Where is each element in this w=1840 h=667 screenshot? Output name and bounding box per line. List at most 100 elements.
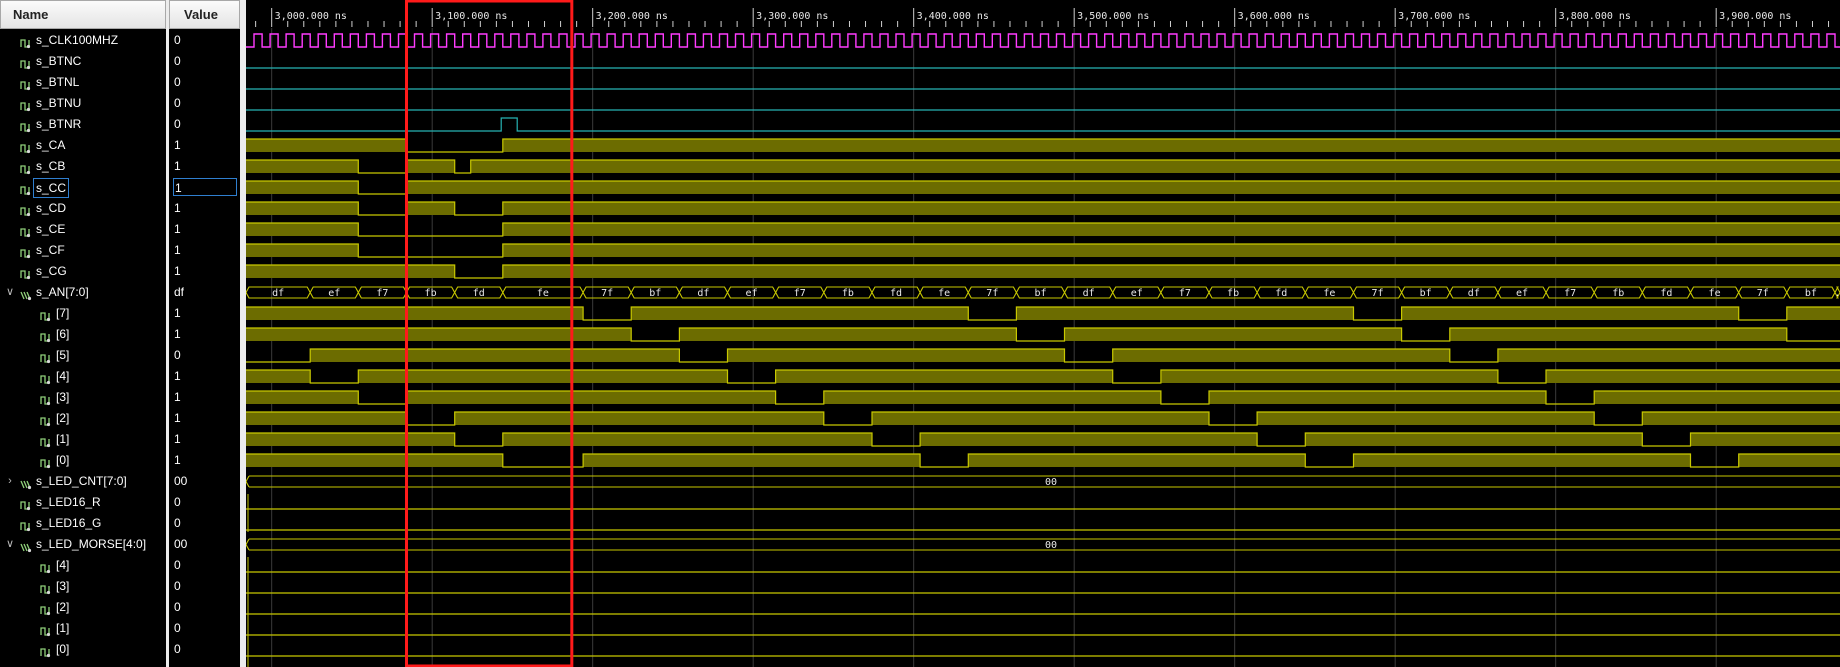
waveform-canvas[interactable]: 3,000.000 ns 3,100.000 ns 3,200.000 ns 3,30… [246, 0, 1840, 667]
bus-value-label: bf [1805, 288, 1817, 299]
signal-row[interactable]: [4] [0, 555, 166, 576]
signal-name: s_BTNU [36, 96, 82, 110]
signal-name: [0] [56, 453, 70, 467]
value-row[interactable]: 0 [169, 576, 240, 597]
bus-value-label: f7 [1179, 288, 1191, 299]
bit-signal-icon [40, 434, 51, 448]
signal-row[interactable]: s_BTNL [0, 72, 166, 93]
value-row[interactable]: 0 [169, 30, 240, 51]
signal-value: 1 [174, 369, 181, 383]
bit-high-fill [1353, 454, 1691, 467]
bus-value-label: df [1468, 288, 1480, 299]
value-row[interactable]: 1 [169, 135, 240, 156]
expand-arrow-icon[interactable]: › [5, 471, 15, 492]
value-row[interactable]: 00 [169, 471, 240, 492]
signal-row[interactable]: [0] [0, 639, 166, 660]
signal-row[interactable]: [3] [0, 576, 166, 597]
signal-row[interactable]: [1] [0, 618, 166, 639]
bus-value-label: 7f [1757, 288, 1769, 299]
value-row[interactable]: 0 [169, 618, 240, 639]
signal-row[interactable]: [2] [0, 597, 166, 618]
value-row[interactable]: 0 [169, 555, 240, 576]
value-row[interactable]: 1 [169, 408, 240, 429]
signal-row[interactable]: s_CB [0, 156, 166, 177]
signal-row[interactable]: s_BTNC [0, 51, 166, 72]
signal-name: s_CB [36, 159, 66, 173]
signal-row[interactable]: s_LED16_R [0, 492, 166, 513]
value-row[interactable]: 0 [169, 345, 240, 366]
signal-value: 0 [174, 579, 181, 593]
ruler-tick-label: 3,800.000 ns [1559, 11, 1631, 22]
signal-row[interactable]: s_CG [0, 261, 166, 282]
bit-signal-icon [40, 623, 51, 637]
signal-row[interactable]: s_CF [0, 240, 166, 261]
signal-row[interactable]: [6] [0, 324, 166, 345]
bit-high-fill [246, 391, 359, 404]
value-row[interactable]: 0 [169, 93, 240, 114]
value-row[interactable]: 1 [169, 156, 240, 177]
bus-value-label: 7f [986, 288, 998, 299]
signal-name: s_LED_MORSE[4:0] [36, 537, 147, 551]
bit-signal-icon [20, 56, 31, 70]
value-row[interactable]: 1 [169, 324, 240, 345]
value-row[interactable]: 1 [169, 450, 240, 471]
value-row[interactable]: df [169, 282, 240, 303]
signal-row[interactable]: [7] [0, 303, 166, 324]
value-column-header[interactable]: Value [169, 0, 240, 29]
signal-row[interactable]: [4] [0, 366, 166, 387]
signal-row[interactable]: [5] [0, 345, 166, 366]
signal-name: [0] [56, 642, 70, 656]
signal-row[interactable]: [0] [0, 450, 166, 471]
collapse-arrow-icon[interactable]: ∨ [5, 282, 15, 303]
value-row[interactable]: 1 [169, 303, 240, 324]
signal-name: [5] [56, 348, 70, 362]
bit-high-fill [502, 265, 1840, 278]
value-row[interactable]: 0 [169, 114, 240, 135]
signal-row[interactable]: s_CD [0, 198, 166, 219]
signal-name: s_BTNC [36, 54, 82, 68]
name-column-header[interactable]: Name [0, 0, 166, 29]
value-row[interactable]: 1 [169, 429, 240, 450]
bus-value-label: fb [842, 288, 854, 299]
signal-row[interactable]: s_LED16_G [0, 513, 166, 534]
signal-row[interactable]: ∨ s_LED_MORSE[4:0] [0, 534, 166, 555]
bit-high-fill [920, 433, 1258, 446]
signal-row[interactable]: s_CC [0, 177, 166, 198]
signal-row[interactable]: ∨ s_AN[7:0] [0, 282, 166, 303]
value-row[interactable]: 1 [169, 219, 240, 240]
signal-row[interactable]: › s_LED_CNT[7:0] [0, 471, 166, 492]
value-row[interactable]: 1 [169, 177, 240, 198]
bus-value-label: fe [1323, 288, 1335, 299]
value-row[interactable]: 1 [169, 198, 240, 219]
signal-row[interactable]: s_CE [0, 219, 166, 240]
signal-row[interactable]: s_BTNR [0, 114, 166, 135]
value-row[interactable]: 1 [169, 261, 240, 282]
value-row[interactable]: 0 [169, 597, 240, 618]
bit-signal-icon [20, 224, 31, 238]
signal-name: [7] [56, 306, 70, 320]
value-row[interactable]: 0 [169, 513, 240, 534]
value-row[interactable]: 0 [169, 51, 240, 72]
signal-name: [1] [56, 432, 70, 446]
signal-name: s_CA [36, 138, 66, 152]
signal-value: 0 [174, 558, 181, 572]
value-row[interactable]: 0 [169, 72, 240, 93]
ruler-tick-label: 3,900.000 ns [1719, 11, 1791, 22]
signal-row[interactable]: s_CA [0, 135, 166, 156]
value-row[interactable]: 1 [169, 387, 240, 408]
signal-row[interactable]: [2] [0, 408, 166, 429]
bit-signal-icon [20, 35, 31, 49]
signal-row[interactable]: [1] [0, 429, 166, 450]
value-row[interactable]: 1 [169, 240, 240, 261]
signal-row[interactable]: s_CLK100MHZ [0, 30, 166, 51]
bus-value-label: ef [1516, 288, 1528, 299]
bus-value-label: 00 [1045, 477, 1057, 488]
value-row[interactable]: 0 [169, 492, 240, 513]
value-row[interactable]: 0 [169, 639, 240, 660]
signal-row[interactable]: [3] [0, 387, 166, 408]
waveform-pane[interactable]: 3,000.000 ns 3,100.000 ns 3,200.000 ns 3,30… [246, 0, 1840, 667]
signal-row[interactable]: s_BTNU [0, 93, 166, 114]
collapse-arrow-icon[interactable]: ∨ [5, 534, 15, 555]
value-row[interactable]: 00 [169, 534, 240, 555]
value-row[interactable]: 1 [169, 366, 240, 387]
